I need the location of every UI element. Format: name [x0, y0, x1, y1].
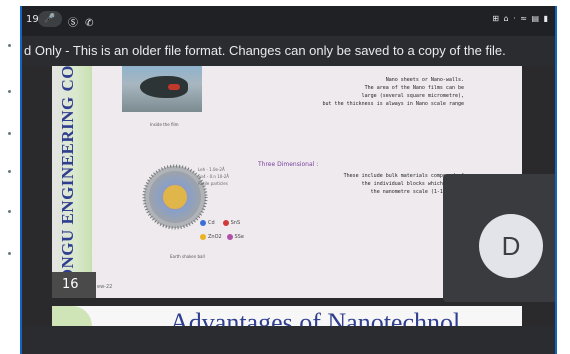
next-slide-preview[interactable]: Advantages of Nanotechnol [52, 306, 522, 326]
margin-dot [8, 252, 11, 255]
image-caption: Inside the film [150, 122, 179, 127]
next-slide-band [52, 306, 92, 326]
slide-date: ew-22 [97, 284, 113, 290]
nano-film-image [122, 66, 202, 112]
particle-label: Leh - 1.0e-2Å [198, 167, 225, 172]
legend-dot [200, 233, 206, 240]
legend-dot [226, 233, 233, 240]
particle-label: Rutile particles [198, 181, 228, 186]
three-dimensional-text: These include bulk materials composed of… [314, 172, 464, 196]
mic-icon[interactable]: 🎤 [38, 11, 62, 27]
margin-dot [8, 132, 11, 135]
three-d-text-line: the individual blocks which are in [361, 181, 464, 187]
nano-text-line: Nano sheets or Nano-walls. [385, 77, 464, 83]
slide-number: 16 [52, 272, 96, 298]
read-only-banner: d Only - This is an older file format. C… [22, 36, 555, 66]
next-slide-title: Advantages of Nanotechnol [170, 308, 461, 326]
particle-labels: Leh - 1.0e-2Å Sn4 - 0.n 10-2Å Rutile par… [198, 166, 229, 187]
bottom-bar [22, 326, 555, 354]
nano-text-line: but the thickness is always in Nano scal… [322, 101, 464, 107]
margin-dot [8, 44, 11, 47]
phone-screen: 19 🎤 Ⓢ ✆ ⊞ ⌂ · ≈ ▤ ▮ d Only - This is an… [20, 6, 557, 354]
material-legend: Cd SnS ZnO2 SSe [200, 216, 244, 244]
legend-dot [200, 219, 206, 226]
notification-icons: Ⓢ ✆ [68, 18, 96, 29]
legend-label: Cd [208, 220, 215, 226]
college-name: KONGU ENGINEERING COL [58, 66, 77, 296]
margin-dot [8, 170, 11, 173]
legend-label: SnS [230, 220, 241, 226]
three-dimensional-heading: Three Dimensional : [258, 161, 319, 168]
status-bar: 19 🎤 Ⓢ ✆ ⊞ ⌂ · ≈ ▤ ▮ [22, 6, 555, 36]
margin-dot [8, 90, 11, 93]
participant-tile[interactable]: D [443, 174, 555, 302]
margin-dot [8, 210, 11, 213]
legend-dot [222, 219, 229, 226]
legend-label: SSe [234, 234, 244, 240]
particle-label: Sn4 - 0.n 10-2Å [198, 174, 230, 179]
system-status-icons: ⊞ ⌂ · ≈ ▤ ▮ [492, 14, 549, 23]
read-only-banner-text: d Only - This is an older file format. C… [24, 43, 506, 58]
legend-label: ZnO2 [208, 234, 222, 240]
status-time: 19 [26, 14, 39, 25]
nano-text-line: large (several square micrometre), [361, 93, 464, 99]
three-d-text-line: These include bulk materials composed of [343, 173, 464, 179]
participant-avatar: D [479, 214, 543, 278]
page-left-margin [0, 0, 20, 354]
three-d-text-line: the nanometre scale (1-100 nm). [370, 189, 464, 195]
nano-film-text: Nano sheets or Nano-walls. The area of t… [304, 76, 464, 108]
nano-text-line: The area of the Nano films can be [364, 85, 464, 91]
illustration-caption: Earth shaken ball [170, 254, 205, 259]
